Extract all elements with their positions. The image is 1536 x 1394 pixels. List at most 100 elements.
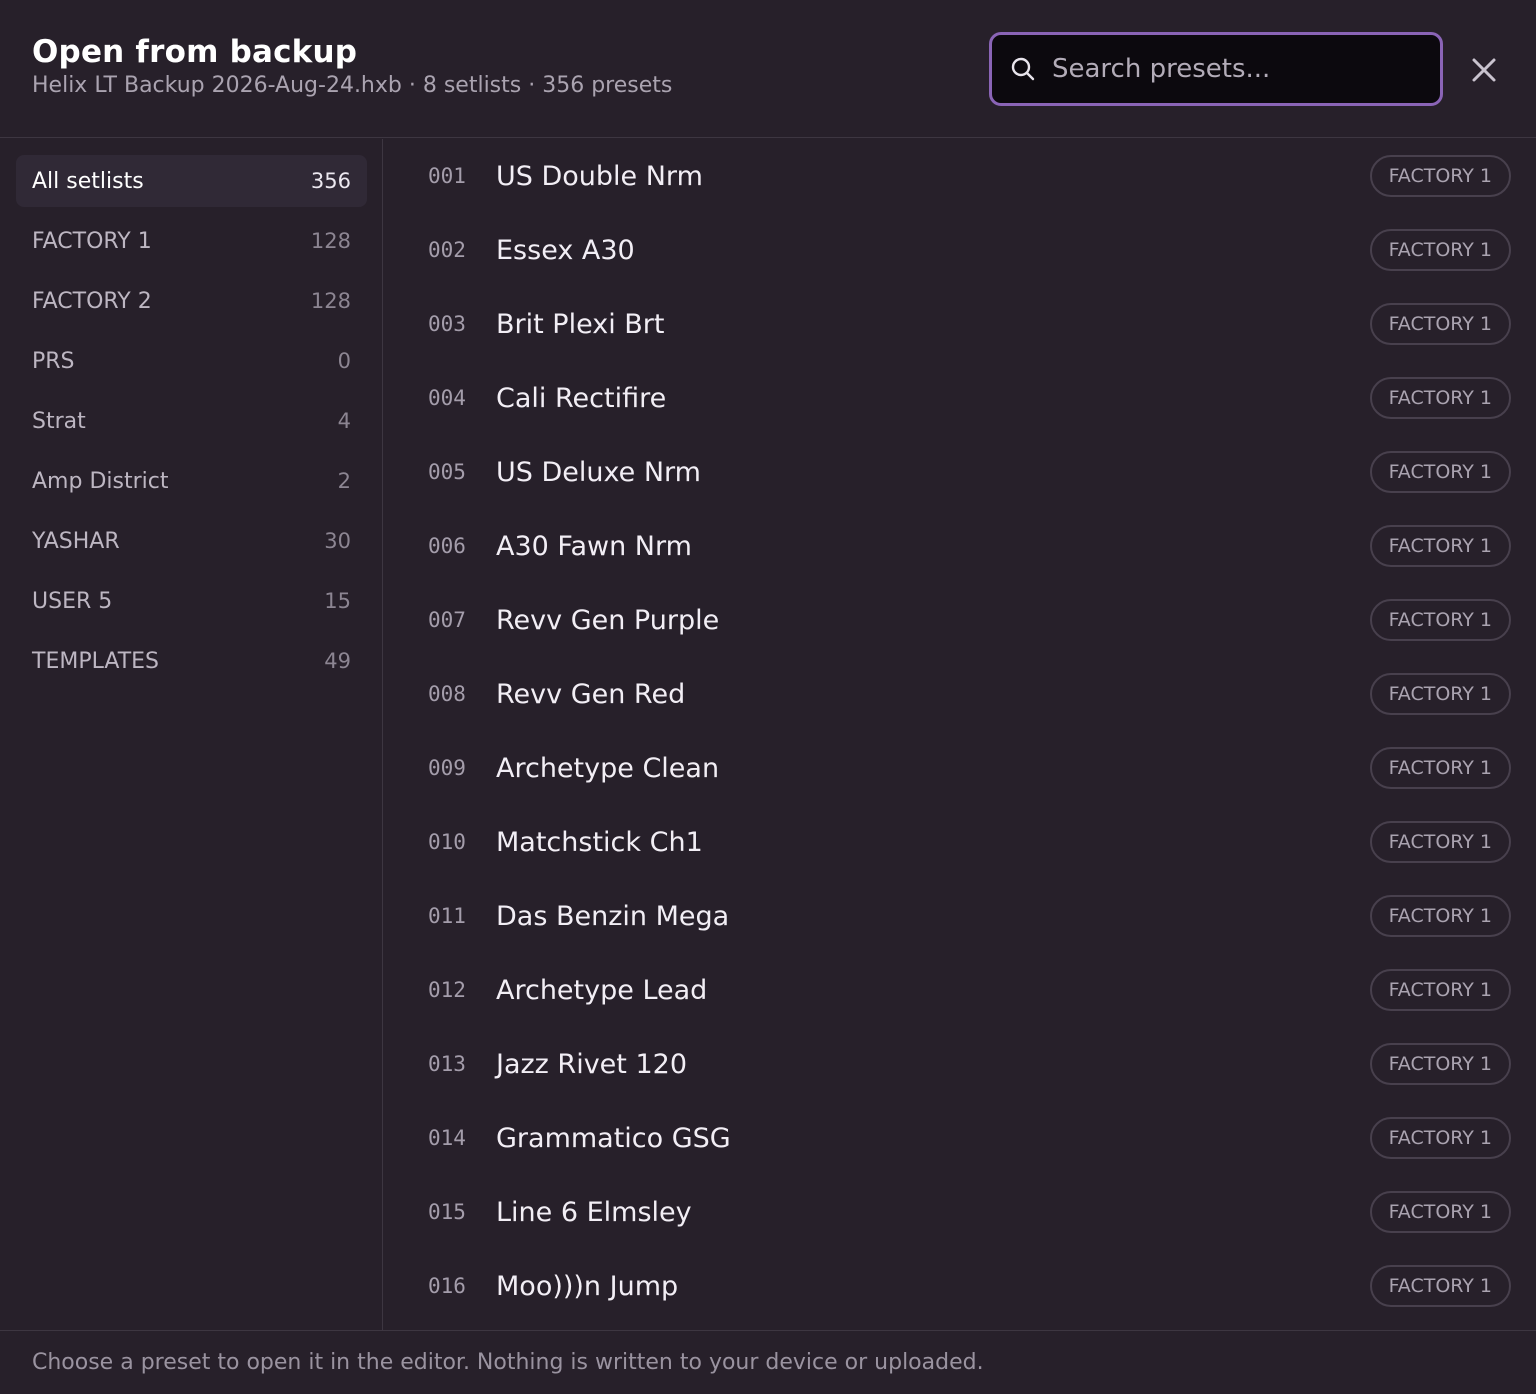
sidebar-item-label: PRS (32, 348, 75, 374)
preset-number: 011 (428, 904, 466, 928)
sidebar-item-factory-1[interactable]: FACTORY 1 128 (16, 215, 367, 267)
sidebar-item-count: 128 (310, 289, 351, 313)
preset-name: Matchstick Ch1 (496, 826, 703, 858)
backup-file-summary: Helix LT Backup 2026-Aug-24.hxb · 8 setl… (32, 73, 673, 98)
sidebar-item-label: FACTORY 2 (32, 288, 152, 314)
preset-row[interactable]: 003 Brit Plexi Brt FACTORY 1 (384, 287, 1536, 361)
preset-number: 007 (428, 608, 466, 632)
sidebar-item-count: 128 (310, 229, 351, 253)
preset-row[interactable]: 007 Revv Gen Purple FACTORY 1 (384, 583, 1536, 657)
preset-number: 006 (428, 534, 466, 558)
sidebar-item-templates[interactable]: TEMPLATES 49 (16, 635, 367, 687)
setlist-badge: FACTORY 1 (1369, 969, 1511, 1011)
sidebar-item-factory-2[interactable]: FACTORY 2 128 (16, 275, 367, 327)
preset-number: 003 (428, 312, 466, 336)
preset-number: 012 (428, 978, 466, 1002)
preset-name: Cali Rectifire (496, 382, 667, 414)
sidebar-item-strat[interactable]: Strat 4 (16, 395, 367, 447)
preset-row[interactable]: 010 Matchstick Ch1 FACTORY 1 (384, 805, 1536, 879)
sidebar-item-label: All setlists (32, 168, 144, 194)
sidebar-item-count: 30 (324, 529, 351, 553)
preset-name: Archetype Lead (496, 974, 708, 1006)
sidebar-item-prs[interactable]: PRS 0 (16, 335, 367, 387)
setlist-sidebar: All setlists 356 FACTORY 1 128 FACTORY 2 128 P… (0, 139, 383, 1330)
close-icon (1472, 58, 1496, 82)
preset-row[interactable]: 014 Grammatico GSG FACTORY 1 (384, 1101, 1536, 1175)
setlist-badge: FACTORY 1 (1369, 821, 1511, 863)
preset-number: 004 (428, 386, 466, 410)
preset-row[interactable]: 005 US Deluxe Nrm FACTORY 1 (384, 435, 1536, 509)
sidebar-item-label: YASHAR (32, 528, 120, 554)
footer-hint: Choose a preset to open it in the editor… (32, 1350, 984, 1375)
setlist-badge: FACTORY 1 (1369, 599, 1511, 641)
preset-row[interactable]: 009 Archetype Clean FACTORY 1 (384, 731, 1536, 805)
preset-number: 014 (428, 1126, 466, 1150)
preset-number: 013 (428, 1052, 466, 1076)
close-button[interactable] (1466, 52, 1502, 88)
sidebar-item-all-setlists[interactable]: All setlists 356 (16, 155, 367, 207)
preset-number: 008 (428, 682, 466, 706)
setlist-badge: FACTORY 1 (1369, 1043, 1511, 1085)
preset-number: 010 (428, 830, 466, 854)
preset-name: Moo)))n Jump (496, 1270, 679, 1302)
sidebar-item-label: Amp District (32, 468, 169, 494)
dialog-title: Open from backup (32, 34, 358, 70)
setlist-badge: FACTORY 1 (1369, 451, 1511, 493)
setlist-badge: FACTORY 1 (1369, 673, 1511, 715)
sidebar-item-count: 15 (324, 589, 351, 613)
preset-name: Das Benzin Mega (496, 900, 730, 932)
setlist-badge: FACTORY 1 (1369, 1117, 1511, 1159)
search-input[interactable] (1052, 35, 1440, 103)
open-from-backup-dialog: Open from backup Helix LT Backup 2026-Au… (0, 0, 1536, 1394)
preset-row[interactable]: 004 Cali Rectifire FACTORY 1 (384, 361, 1536, 435)
preset-name: Archetype Clean (496, 752, 720, 784)
preset-row[interactable]: 011 Das Benzin Mega FACTORY 1 (384, 879, 1536, 953)
preset-number: 002 (428, 238, 466, 262)
setlist-badge: FACTORY 1 (1369, 229, 1511, 271)
sidebar-item-user-5[interactable]: USER 5 15 (16, 575, 367, 627)
search-icon (1010, 56, 1036, 82)
preset-list: 001 US Double Nrm FACTORY 1 002 Essex A30 FAC… (384, 139, 1536, 1330)
preset-row[interactable]: 008 Revv Gen Red FACTORY 1 (384, 657, 1536, 731)
preset-row[interactable]: 012 Archetype Lead FACTORY 1 (384, 953, 1536, 1027)
preset-name: Brit Plexi Brt (496, 308, 665, 340)
sidebar-item-count: 4 (337, 409, 351, 433)
preset-name: Revv Gen Purple (496, 604, 720, 636)
preset-number: 009 (428, 756, 466, 780)
sidebar-item-amp-district[interactable]: Amp District 2 (16, 455, 367, 507)
setlist-badge: FACTORY 1 (1369, 303, 1511, 345)
preset-row[interactable]: 015 Line 6 Elmsley FACTORY 1 (384, 1175, 1536, 1249)
setlist-badge: FACTORY 1 (1369, 1191, 1511, 1233)
setlist-badge: FACTORY 1 (1369, 155, 1511, 197)
preset-row[interactable]: 006 A30 Fawn Nrm FACTORY 1 (384, 509, 1536, 583)
preset-name: A30 Fawn Nrm (496, 530, 692, 562)
preset-name: Jazz Rivet 120 (496, 1048, 687, 1080)
search-box[interactable] (989, 32, 1443, 106)
sidebar-item-yashar[interactable]: YASHAR 30 (16, 515, 367, 567)
preset-name: Revv Gen Red (496, 678, 686, 710)
preset-number: 016 (428, 1274, 466, 1298)
setlist-badge: FACTORY 1 (1369, 525, 1511, 567)
preset-row[interactable]: 013 Jazz Rivet 120 FACTORY 1 (384, 1027, 1536, 1101)
preset-number: 015 (428, 1200, 466, 1224)
preset-name: US Deluxe Nrm (496, 456, 701, 488)
preset-row[interactable]: 002 Essex A30 FACTORY 1 (384, 213, 1536, 287)
dialog-footer: Choose a preset to open it in the editor… (0, 1330, 1536, 1394)
sidebar-item-label: TEMPLATES (32, 648, 159, 674)
preset-row[interactable]: 016 Moo)))n Jump FACTORY 1 (384, 1249, 1536, 1323)
sidebar-item-label: USER 5 (32, 588, 113, 614)
sidebar-item-count: 2 (337, 469, 351, 493)
sidebar-item-count: 0 (337, 349, 351, 373)
preset-name: Grammatico GSG (496, 1122, 731, 1154)
sidebar-item-count: 356 (310, 169, 351, 193)
setlist-badge: FACTORY 1 (1369, 377, 1511, 419)
preset-row[interactable]: 001 US Double Nrm FACTORY 1 (384, 139, 1536, 213)
sidebar-item-label: Strat (32, 408, 86, 434)
sidebar-item-count: 49 (324, 649, 351, 673)
preset-name: Line 6 Elmsley (496, 1196, 692, 1228)
preset-number: 001 (428, 164, 466, 188)
preset-number: 005 (428, 460, 466, 484)
dialog-header: Open from backup Helix LT Backup 2026-Au… (0, 0, 1536, 138)
setlist-badge: FACTORY 1 (1369, 1265, 1511, 1307)
setlist-badge: FACTORY 1 (1369, 895, 1511, 937)
